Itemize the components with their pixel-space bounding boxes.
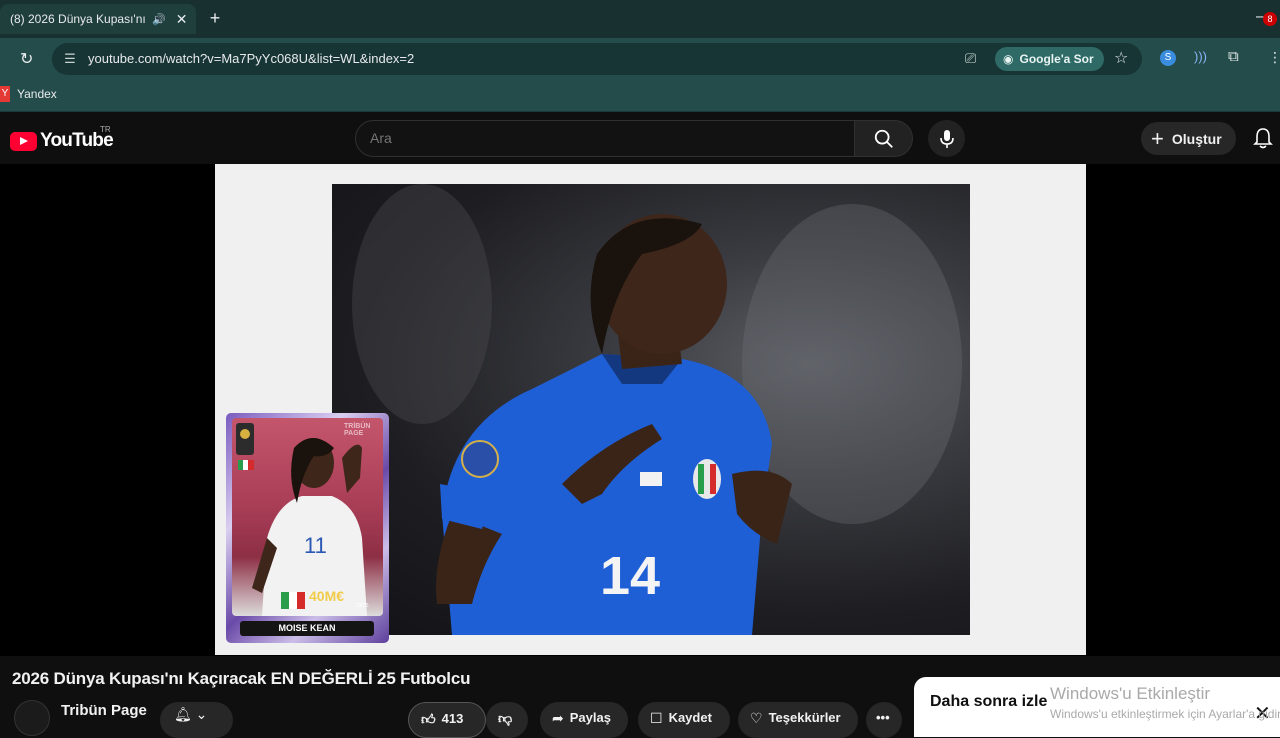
thanks-label: Teşekkürler [768, 710, 841, 725]
voice-search-button[interactable] [928, 120, 965, 157]
site-info-icon[interactable]: ☰ [62, 51, 78, 67]
google-lens-button[interactable]: ◉ Google'a Sor [995, 47, 1104, 71]
plus-icon: + [1151, 125, 1164, 151]
more-dots-icon: ••• [876, 710, 890, 725]
card-player-illustration: 11 [236, 423, 367, 616]
save-icon: ☐ [650, 710, 663, 726]
install-app-icon[interactable]: ⎚ [965, 50, 976, 67]
card-brand-logo: TRİBÜN PAGE [344, 423, 371, 437]
share-label: Paylaş [569, 710, 611, 725]
search-button[interactable] [854, 120, 913, 157]
player-value-card: 11 TRİBÜN PAGE 40M€ 23/25 MOISE KEAN [226, 413, 389, 643]
close-tab-icon[interactable]: ✕ [176, 11, 188, 28]
like-button[interactable]: 👍︎ 413 [408, 702, 486, 738]
like-count: 413 [441, 711, 464, 726]
card-market-value: 40M€ [309, 588, 345, 604]
lens-icon: ◉ [1003, 52, 1014, 66]
thanks-heart-icon: ♡ [750, 710, 763, 726]
google-button-label: Google'a Sor [1019, 52, 1094, 66]
channel-avatar[interactable] [14, 700, 50, 736]
share-button[interactable]: ➦ Paylaş [540, 702, 628, 738]
youtube-logo[interactable]: YouTube [10, 130, 114, 152]
browser-menu-icon[interactable]: ⋮ [1268, 49, 1280, 66]
card-player-name: MOISE KEAN [240, 621, 374, 636]
notification-count-badge: 8 [1263, 12, 1277, 26]
notifications-bell-icon[interactable] [1252, 126, 1274, 150]
jersey-number: 14 [600, 546, 660, 606]
extensions-puzzle-icon[interactable]: ⧉ [1228, 48, 1239, 65]
dislike-button[interactable]: 👎︎ [486, 702, 528, 738]
shazam-extension-icon[interactable]: S [1160, 50, 1176, 66]
country-code: TR [100, 125, 111, 134]
player-photo: 14 [332, 184, 970, 635]
watch-later-title: Daha sonra izle [930, 693, 1048, 710]
create-label: Oluştur [1171, 130, 1222, 147]
new-tab-button[interactable]: + [205, 8, 225, 28]
browser-tab[interactable]: (8) 2026 Dünya Kupası'nı Ka 🔊 ✕ [0, 4, 196, 34]
read-aloud-extension-icon[interactable]: ))) [1194, 49, 1207, 64]
create-button[interactable]: + Oluştur [1141, 122, 1236, 155]
reload-icon[interactable]: ↻ [20, 49, 33, 69]
address-bar[interactable]: ☰ youtube.com/watch?v=Ma7PyYc068U&list=W… [52, 43, 1142, 75]
search-icon [874, 129, 893, 148]
share-icon: ➦ [552, 710, 564, 726]
search-input[interactable] [370, 130, 830, 146]
thanks-button[interactable]: ♡ Teşekkürler [738, 702, 858, 738]
search-box[interactable] [355, 120, 855, 157]
tab-title: (8) 2026 Dünya Kupası'nı Ka [10, 12, 148, 26]
card-index: 23/25 [356, 603, 369, 609]
youtube-play-icon [10, 131, 37, 151]
url-text[interactable]: youtube.com/watch?v=Ma7PyYc068U&list=WL&… [88, 51, 414, 66]
bookmarks-bar [0, 80, 1280, 112]
save-button[interactable]: ☐ Kaydet [638, 702, 730, 738]
card-shirt-number: 11 [304, 533, 327, 558]
video-title: 2026 Dünya Kupası'nı Kaçıracak EN DEĞERL… [12, 669, 471, 688]
browser-toolbar: ↻ ☰ youtube.com/watch?v=Ma7PyYc068U&list… [0, 38, 1280, 80]
windows-activation-title: Windows'u Etkinleştir [1050, 684, 1211, 703]
speaker-icon[interactable]: 🔊 [152, 13, 166, 26]
bookmark-star-icon[interactable]: ☆ [1114, 48, 1128, 68]
subscription-bell-button[interactable]: 🔔︎ ⌄ [160, 702, 233, 738]
windows-activation-subtitle: Windows'u etkinleştirmek için Ayarlar'a … [1050, 707, 1280, 721]
browser-tab-bar: (8) 2026 Dünya Kupası'nı Ka 🔊 ✕ + — [0, 0, 1280, 38]
yandex-icon[interactable]: Y [0, 86, 10, 102]
channel-name[interactable]: Tribün Page [61, 702, 147, 719]
more-actions-button[interactable]: ••• [866, 702, 902, 738]
player-illustration: 14 [352, 184, 962, 635]
thumbs-down-icon: 👎︎ [498, 710, 513, 726]
microphone-icon [939, 129, 954, 148]
card-photo: 11 [232, 418, 383, 616]
bookmark-yandex[interactable]: Yandex [17, 87, 57, 101]
youtube-header: YouTube TR + Oluştur [0, 113, 1280, 164]
save-label: Kaydet [668, 710, 712, 725]
